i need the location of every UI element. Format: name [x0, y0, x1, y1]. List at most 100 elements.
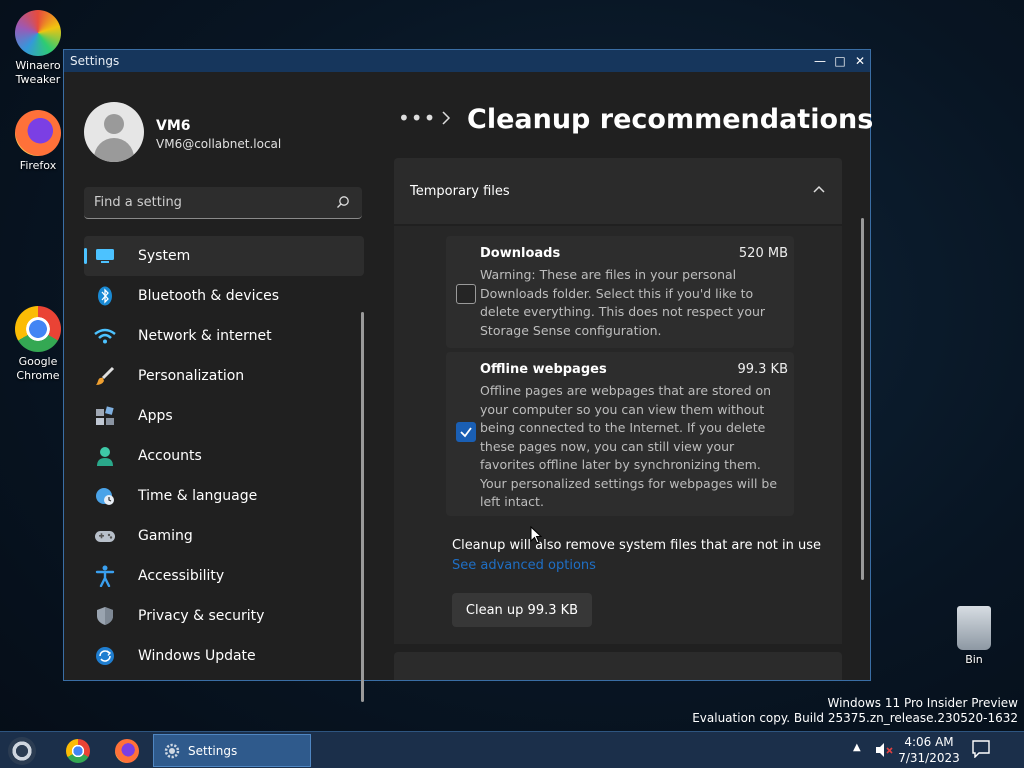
desktop-icon-google-chrome[interactable]: Google Chrome — [8, 306, 68, 383]
offline-webpages-checkbox[interactable] — [456, 422, 476, 442]
windows-watermark: Windows 11 Pro Insider Preview Evaluatio… — [692, 696, 1018, 726]
sidebar-item-label: Network & internet — [138, 328, 272, 344]
search-icon[interactable] — [336, 195, 350, 209]
search-input[interactable] — [84, 187, 324, 217]
window-titlebar[interactable]: Settings — □ ✕ — [64, 50, 870, 72]
sidebar-item-label: Gaming — [138, 528, 193, 544]
chevron-right-icon — [442, 111, 451, 125]
controller-icon — [94, 525, 116, 547]
file-size: 520 MB — [738, 246, 788, 261]
shield-icon — [94, 605, 116, 627]
minimize-button[interactable]: — — [810, 50, 830, 72]
file-name: Offline webpages — [480, 362, 607, 377]
sidebar-item-personalization[interactable]: Personalization — [84, 356, 364, 396]
user-email: VM6@collabnet.local — [156, 137, 282, 151]
taskbar-firefox-icon[interactable] — [115, 739, 139, 763]
advanced-options-link[interactable]: See advanced options — [452, 558, 596, 573]
person-icon — [94, 445, 116, 467]
desktop-icon-label: Google Chrome — [16, 355, 60, 382]
desktop-icon-label: Bin — [965, 653, 983, 666]
taskbar-chrome-icon[interactable] — [66, 739, 90, 763]
search-box — [84, 187, 362, 219]
sidebar-item-accounts[interactable]: Accounts — [84, 436, 364, 476]
sidebar-item-label: Apps — [138, 408, 173, 424]
brush-icon — [94, 365, 116, 387]
sidebar-item-label: Personalization — [138, 368, 245, 384]
file-size: 99.3 KB — [737, 362, 788, 377]
monitor-icon — [94, 245, 116, 267]
taskbar: Settings ▲ 4:06 AM 7/31/2023 — [0, 731, 1024, 768]
taskbar-clock[interactable]: 4:06 AM 7/31/2023 — [898, 734, 960, 766]
sidebar-item-accessibility[interactable]: Accessibility — [84, 556, 364, 596]
sidebar-item-label: Windows Update — [138, 648, 256, 664]
watermark-build: Evaluation copy. Build 25375.zn_release.… — [692, 711, 1018, 725]
next-section-header[interactable] — [394, 652, 842, 680]
system-files-note: Cleanup will also remove system files th… — [452, 538, 821, 553]
clean-up-button[interactable]: Clean up 99.3 KB — [452, 593, 592, 627]
sidebar-item-bluetooth-devices[interactable]: Bluetooth & devices — [84, 276, 364, 316]
sidebar-item-network-internet[interactable]: Network & internet — [84, 316, 364, 356]
sidebar-item-label: Accessibility — [138, 568, 225, 584]
desktop-icon-firefox[interactable]: Firefox — [8, 110, 68, 173]
wifi-icon — [94, 325, 116, 347]
sidebar-item-label: System — [138, 248, 191, 264]
settings-window: Settings — □ ✕ VM6 VM6@collabnet.local S… — [63, 49, 874, 702]
file-item-downloads[interactable]: Downloads 520 MB Warning: These are file… — [446, 236, 794, 348]
downloads-checkbox[interactable] — [456, 284, 476, 304]
sidebar-item-time-language[interactable]: Time & language — [84, 476, 364, 516]
firefox-icon — [15, 110, 61, 156]
close-button[interactable]: ✕ — [850, 50, 870, 72]
clock-date: 7/31/2023 — [898, 751, 960, 765]
mouse-cursor-icon — [530, 526, 542, 544]
file-description: Offline pages are webpages that are stor… — [480, 383, 778, 509]
desktop-icon-label: Winaero Tweaker — [15, 59, 61, 86]
desktop-icon-winaero-tweaker[interactable]: Winaero Tweaker — [8, 10, 68, 87]
checkmark-icon — [460, 427, 472, 438]
gear-icon — [164, 743, 180, 758]
chevron-up-icon[interactable] — [812, 182, 826, 196]
page-title: Cleanup recommendations — [467, 104, 874, 135]
main-content: ••• Cleanup recommendations Temporary fi… — [394, 72, 874, 680]
temporary-files-header[interactable]: Temporary files — [394, 158, 842, 224]
window-title: Settings — [70, 54, 120, 68]
sidebar-item-gaming[interactable]: Gaming — [84, 516, 364, 556]
bluetooth-icon — [94, 285, 116, 307]
sidebar-item-label: Privacy & security — [138, 608, 265, 624]
sidebar-item-label: Accounts — [138, 448, 202, 464]
sidebar-item-apps[interactable]: Apps — [84, 396, 364, 436]
update-icon — [94, 645, 116, 667]
desktop-icon-label: Firefox — [19, 159, 57, 172]
file-name: Downloads — [480, 246, 561, 261]
winaero-tweaker-icon — [15, 10, 61, 56]
notification-center-icon[interactable] — [972, 740, 990, 758]
sidebar-item-label: Time & language — [138, 488, 258, 504]
file-description: Warning: These are files in your persona… — [480, 267, 766, 338]
sidebar-nav: System Bluetooth & devices Network & int… — [84, 236, 364, 676]
chrome-icon — [15, 306, 61, 352]
globe-clock-icon — [94, 485, 116, 507]
temporary-files-body: Downloads 520 MB Warning: These are file… — [394, 226, 842, 644]
section-label: Temporary files — [410, 184, 510, 199]
tray-overflow-chevron-icon[interactable]: ▲ — [853, 742, 861, 753]
taskbar-settings-button[interactable]: Settings — [153, 734, 311, 767]
sidebar-item-privacy-security[interactable]: Privacy & security — [84, 596, 364, 636]
accessibility-icon — [94, 565, 116, 587]
file-item-offline-webpages[interactable]: Offline webpages 99.3 KB Offline pages a… — [446, 352, 794, 516]
breadcrumb-overflow-button[interactable]: ••• — [398, 106, 436, 130]
sidebar-item-label: Bluetooth & devices — [138, 288, 280, 304]
sidebar-scrollbar[interactable] — [361, 312, 364, 702]
main-scrollbar[interactable] — [861, 218, 864, 580]
clock-time: 4:06 AM — [904, 735, 954, 749]
recycle-bin-icon — [957, 606, 991, 650]
sidebar-item-system[interactable]: System — [84, 236, 364, 276]
watermark-edition: Windows 11 Pro Insider Preview — [827, 696, 1018, 710]
start-button[interactable] — [8, 737, 36, 765]
volume-muted-icon[interactable] — [874, 741, 894, 759]
sidebar: VM6 VM6@collabnet.local System Bluetooth… — [64, 72, 374, 702]
sidebar-item-windows-update[interactable]: Windows Update — [84, 636, 364, 676]
user-name: VM6 — [156, 118, 191, 134]
desktop-icon-recycle-bin[interactable]: Bin — [944, 606, 1004, 667]
taskbar-settings-label: Settings — [188, 743, 238, 758]
maximize-button[interactable]: □ — [830, 50, 850, 72]
avatar[interactable] — [84, 102, 144, 162]
